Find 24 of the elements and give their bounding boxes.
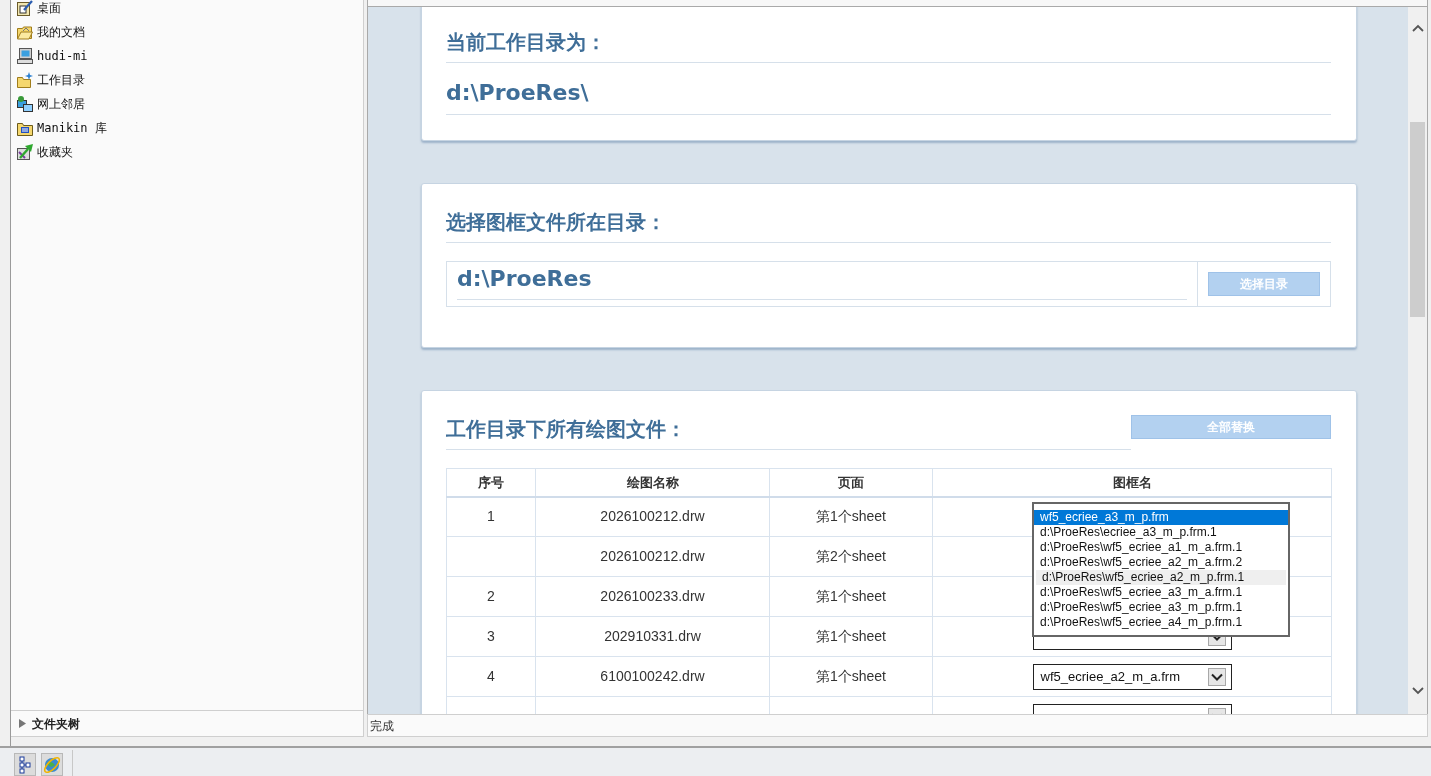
section-title: 工作目录下所有绘图文件： (446, 418, 686, 440)
column-header: 绘图名称 (535, 468, 770, 497)
table-cell: 1 (446, 496, 536, 537)
table-cell: 第1个sheet (769, 496, 933, 537)
table-cell: 第1个sheet (769, 656, 933, 697)
table-cell: 第1个sheet (769, 616, 933, 657)
table-cell: 第2个sheet (769, 536, 933, 577)
table-cell: 2 (446, 576, 536, 617)
table-cell: 2026100212.drw (535, 536, 770, 577)
directory-path: d:\ProeRes\ (446, 80, 589, 105)
table-cell: 2026100212.drw (535, 496, 770, 537)
table-cell: 3 (446, 616, 536, 657)
table-cell: 第1个sheet (769, 576, 933, 617)
table-cell: 2026100233.drw (535, 576, 770, 617)
section-title: 当前工作目录为： (446, 31, 606, 53)
status-text: 完成 (370, 717, 394, 735)
column-header: 图框名 (932, 468, 1332, 497)
column-header: 序号 (446, 468, 536, 497)
directory-path: d:\ProeRes (457, 266, 592, 291)
section-title: 选择图框文件所在目录： (446, 211, 666, 233)
table-cell: 202910331.drw (535, 616, 770, 657)
table-cell: 4 (446, 656, 536, 697)
column-header: 页面 (769, 468, 933, 497)
table-cell: 6100100242.drw (535, 656, 770, 697)
